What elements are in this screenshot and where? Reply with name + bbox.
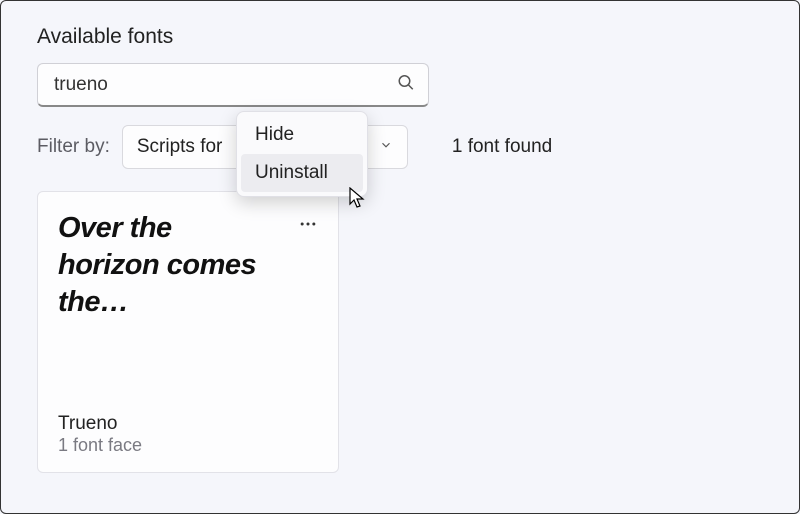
search-input[interactable] bbox=[37, 63, 429, 107]
filter-row: Filter by: Scripts for 1 font found bbox=[37, 125, 763, 169]
font-card-footer: Trueno 1 font face bbox=[58, 413, 318, 456]
font-face-count: 1 font face bbox=[58, 435, 318, 456]
font-card[interactable]: Over the horizon comes the… Trueno 1 fon… bbox=[37, 191, 339, 473]
chevron-down-icon bbox=[379, 136, 393, 158]
font-sample-text: Over the horizon comes the… bbox=[58, 210, 278, 321]
results-count: 1 font found bbox=[452, 136, 552, 158]
search-icon[interactable] bbox=[397, 74, 415, 97]
context-menu: Hide Uninstall bbox=[236, 111, 368, 197]
more-icon[interactable] bbox=[298, 210, 318, 239]
filter-selected-value: Scripts for bbox=[137, 136, 223, 158]
search-field-wrap bbox=[37, 63, 429, 107]
menu-item-uninstall[interactable]: Uninstall bbox=[241, 154, 363, 192]
section-title: Available fonts bbox=[37, 25, 763, 49]
menu-item-hide[interactable]: Hide bbox=[241, 116, 363, 154]
filter-label: Filter by: bbox=[37, 136, 110, 158]
font-name: Trueno bbox=[58, 413, 318, 435]
